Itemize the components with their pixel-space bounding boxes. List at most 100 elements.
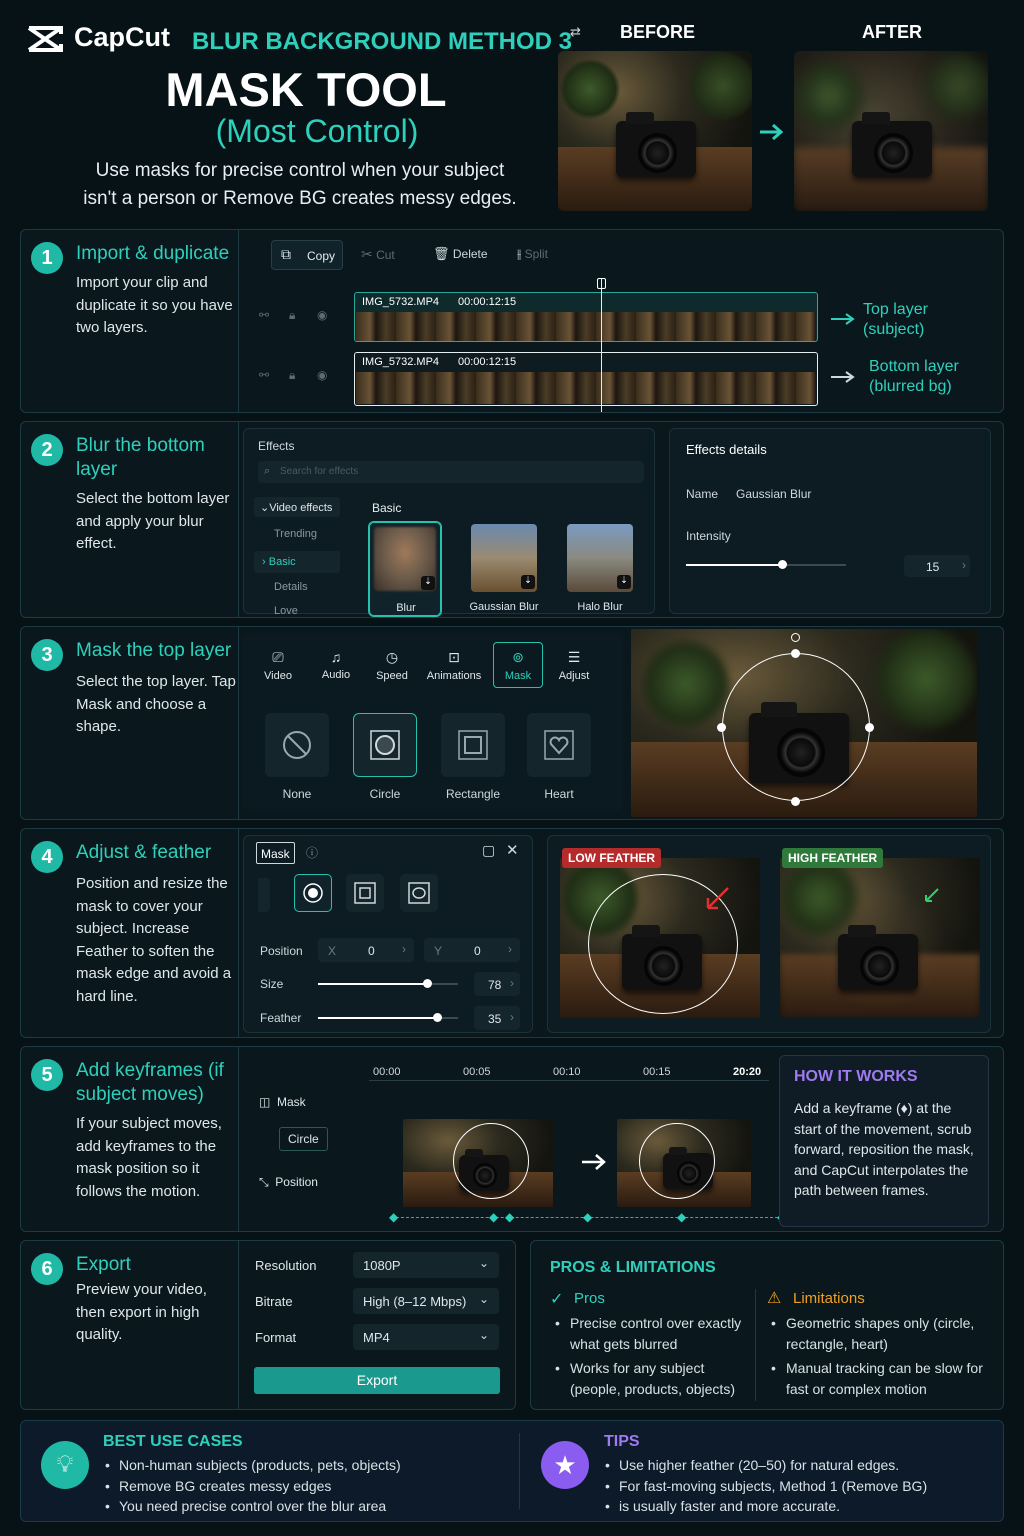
slider-knob[interactable] bbox=[433, 1013, 442, 1022]
bottom-layer-clip[interactable]: IMG_5732.MP4 00:00:12:15 bbox=[354, 352, 818, 406]
playhead[interactable] bbox=[601, 278, 602, 412]
step-description: Import your clip and duplicate it so you… bbox=[76, 274, 233, 336]
step-4-card: 4 Adjust & feather Position and resize t… bbox=[20, 828, 1004, 1038]
tab-mask[interactable]: ⊚ Mask bbox=[493, 642, 543, 688]
playhead-handle[interactable] bbox=[597, 278, 606, 289]
cut-button[interactable]: ✂ Cut bbox=[361, 246, 395, 263]
best-use-text: Non-human subjects (products, pets, obje… bbox=[119, 1457, 401, 1473]
step-description: Position and resize the mask to cover yo… bbox=[76, 875, 232, 1005]
nav-details[interactable]: Details bbox=[274, 581, 308, 593]
shape-partial[interactable] bbox=[258, 878, 270, 912]
bitrate-select[interactable]: High (8–12 Mbps) ⌄ bbox=[353, 1288, 499, 1314]
circle-chip[interactable]: Circle bbox=[279, 1127, 328, 1151]
circle-mask-outline[interactable] bbox=[722, 653, 870, 801]
arrow-right-icon bbox=[582, 1154, 606, 1170]
lock-icon[interactable]: 🔒︎ bbox=[289, 308, 295, 323]
tab-audio[interactable]: ♫ Audio bbox=[313, 649, 359, 681]
keyframe-diamond-icon[interactable]: ◆ bbox=[505, 1210, 514, 1224]
tab-adjust[interactable]: ☰ Adjust bbox=[551, 649, 597, 682]
effect-blur[interactable]: ⇣ Blur bbox=[368, 521, 442, 617]
feather-value-field[interactable]: 35 › bbox=[474, 1006, 520, 1030]
track-position[interactable]: ⤡ Position bbox=[259, 1175, 318, 1190]
track-mask[interactable]: ◫ Mask bbox=[259, 1095, 306, 1109]
shape-circle[interactable]: Circle bbox=[353, 713, 417, 803]
nav-basic[interactable]: › Basic bbox=[254, 551, 340, 573]
slider-knob[interactable] bbox=[423, 979, 433, 988]
format-select[interactable]: MP4 ⌄ bbox=[353, 1324, 499, 1350]
rectangle-icon bbox=[458, 730, 488, 760]
link-icon[interactable]: ⚯ bbox=[259, 368, 269, 382]
effects-search-input[interactable]: ⌕ Search for effects bbox=[258, 461, 644, 483]
intensity-value-field[interactable]: 15 › bbox=[904, 555, 970, 577]
keyframe-diamond-icon[interactable]: ◆ bbox=[583, 1210, 592, 1224]
copy-button[interactable]: ⧉ Copy bbox=[271, 240, 343, 270]
export-button[interactable]: Export bbox=[254, 1367, 500, 1394]
tip-text: For fast-moving subjects, Method 1 (Remo… bbox=[619, 1477, 928, 1494]
step-number: 1 bbox=[31, 242, 63, 274]
best-use-item: • Remove BG creates messy edges bbox=[105, 1476, 505, 1497]
link-icon[interactable]: ⚯ bbox=[259, 308, 269, 322]
shape-ellipse[interactable] bbox=[400, 874, 438, 912]
feather-slider[interactable] bbox=[318, 1010, 458, 1026]
shape-rectangle[interactable] bbox=[346, 874, 384, 912]
step-5-card: 5 Add keyframes (if subject moves) If yo… bbox=[20, 1046, 1004, 1232]
resolution-label: Resolution bbox=[255, 1258, 317, 1273]
shape-none[interactable]: None bbox=[265, 713, 329, 803]
top-layer-clip[interactable]: IMG_5732.MP4 00:00:12:15 bbox=[354, 292, 818, 342]
low-feather-badge: LOW FEATHER bbox=[562, 848, 662, 868]
nav-love[interactable]: Love bbox=[274, 605, 298, 617]
pros-item: • Works for any subject (people, products… bbox=[555, 1358, 751, 1399]
bitrate-label: Bitrate bbox=[255, 1294, 293, 1309]
step-description: Select the top layer. Tap Mask and choos… bbox=[76, 673, 236, 735]
tab-video[interactable]: ⎚ Video bbox=[255, 649, 301, 682]
bullet: • bbox=[771, 1360, 776, 1376]
mask-handle[interactable] bbox=[791, 797, 800, 806]
resolution-select[interactable]: 1080P ⌄ bbox=[353, 1252, 499, 1278]
shape-rectangle[interactable]: Rectangle bbox=[441, 713, 505, 803]
tab-speed[interactable]: ◷ Speed bbox=[369, 649, 415, 682]
size-value-field[interactable]: 78 › bbox=[474, 972, 520, 996]
audio-icon: ♫ bbox=[330, 649, 342, 665]
mask-tab[interactable]: Mask bbox=[256, 842, 295, 864]
split-button[interactable]: ⫲ Split bbox=[517, 246, 548, 262]
size-slider[interactable] bbox=[318, 976, 458, 992]
mask-handle[interactable] bbox=[717, 723, 726, 732]
shape-heart[interactable]: Heart bbox=[527, 713, 591, 803]
mask-panel: ⎚ Video ♫ Audio ◷ Speed ⊡ Animations ⊚ Mask ☰… bbox=[243, 633, 623, 811]
close-icon[interactable]: ✕ bbox=[506, 841, 519, 859]
time-tick: 20:20 bbox=[733, 1066, 762, 1078]
tab-animations[interactable]: ⊡ Animations bbox=[423, 649, 485, 682]
shape-circle-selected[interactable] bbox=[294, 874, 332, 912]
lock-icon[interactable]: 🔒︎ bbox=[289, 368, 295, 383]
maximize-icon[interactable]: ▢ bbox=[482, 842, 495, 859]
help-icon[interactable]: ⓘ bbox=[306, 844, 318, 861]
keyframe-start-frame bbox=[403, 1119, 553, 1207]
effect-halo-blur[interactable]: ⇣ Halo Blur bbox=[562, 521, 636, 617]
intensity-slider[interactable] bbox=[686, 557, 846, 573]
effect-label: Halo Blur bbox=[577, 601, 623, 613]
bullet: • bbox=[105, 1498, 110, 1514]
capcut-logo: CapCut bbox=[26, 22, 186, 56]
pros-item: • Precise control over exactly what gets … bbox=[555, 1313, 751, 1354]
mask-handle[interactable] bbox=[865, 723, 874, 732]
keyframe-diamond-icon[interactable]: ◆ bbox=[489, 1210, 498, 1224]
time-tick: 00:05 bbox=[463, 1066, 491, 1078]
position-y-field[interactable]: Y 0 › bbox=[424, 938, 520, 962]
eye-icon[interactable]: ◉ bbox=[317, 368, 327, 382]
eye-icon[interactable]: ◉ bbox=[317, 308, 327, 322]
position-x-field[interactable]: X 0 › bbox=[318, 938, 414, 962]
nav-video-effects[interactable]: ⌄Video effects bbox=[254, 497, 340, 517]
effect-gaussian-blur[interactable]: ⇣ Gaussian Blur bbox=[466, 521, 540, 617]
rotate-handle[interactable] bbox=[791, 633, 800, 642]
y-label: Y bbox=[434, 944, 443, 958]
keyframe-diamond-icon[interactable]: ◆ bbox=[389, 1210, 398, 1224]
step-1-card: 1 Import & duplicate Import your clip an… bbox=[20, 229, 1004, 413]
mask-handle[interactable] bbox=[791, 649, 800, 658]
time-tick: 00:15 bbox=[643, 1066, 671, 1078]
effects-panel-title: Effects bbox=[258, 439, 295, 453]
delete-button[interactable]: 🗑 Delete bbox=[433, 246, 488, 262]
nav-trending[interactable]: Trending bbox=[274, 528, 317, 540]
copy-icon: ⧉ bbox=[281, 246, 291, 262]
keyframe-diamond-icon[interactable]: ◆ bbox=[677, 1210, 686, 1224]
slider-knob[interactable] bbox=[778, 560, 787, 569]
